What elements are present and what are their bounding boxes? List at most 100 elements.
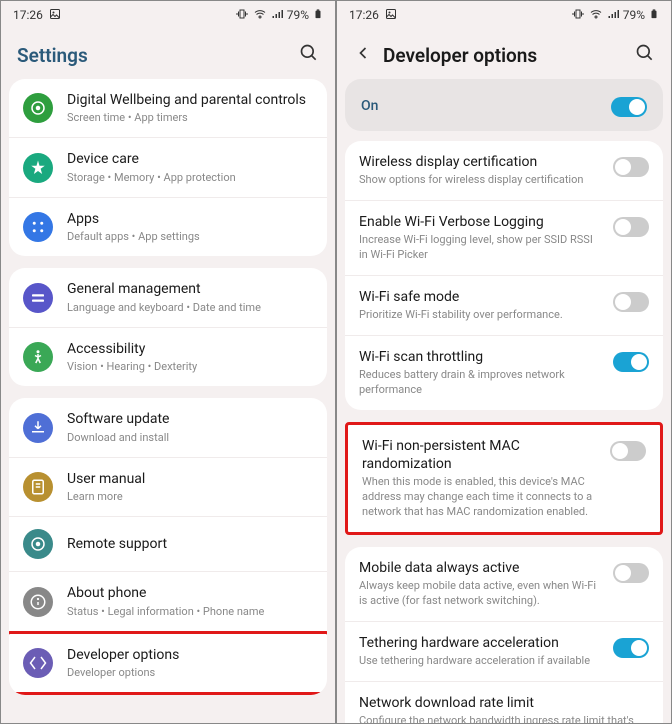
dev-option[interactable]: Wi-Fi safe mode Prioritize Wi-Fi stabilit… (345, 275, 663, 335)
dev-option-title: Mobile data always active (359, 559, 601, 577)
dev-option-title: Wi-Fi non-persistent MAC randomization (362, 437, 598, 473)
search-icon[interactable] (635, 43, 655, 67)
item-title: Remote support (67, 535, 313, 553)
battery-percent: 79% (623, 8, 645, 22)
about-icon (23, 587, 53, 617)
manual-icon (23, 472, 53, 502)
dev-option-title: Enable Wi-Fi Verbose Logging (359, 213, 601, 231)
master-toggle-row[interactable]: On (345, 79, 663, 131)
dev-option[interactable]: Wireless display certification Show optio… (345, 141, 663, 200)
item-subtitle: Default apps • App settings (67, 230, 313, 244)
page-title: Developer options (383, 44, 537, 67)
item-title: User manual (67, 470, 313, 488)
highlight-box: Wi-Fi non-persistent MAC randomizationWh… (345, 422, 663, 535)
vibrate-icon (235, 8, 249, 23)
settings-item-wellbeing[interactable]: Digital Wellbeing and parental controlsS… (9, 79, 327, 137)
item-subtitle: Vision • Hearing • Dexterity (67, 360, 313, 374)
master-toggle[interactable] (611, 97, 647, 117)
dev-option-subtitle: Show options for wireless display certif… (359, 173, 601, 188)
apps-icon (23, 212, 53, 242)
dev-option-subtitle: Configure the network bandwidth ingress … (359, 714, 649, 723)
dev-option-title: Wi-Fi scan throttling (359, 348, 601, 366)
dev-option-title: Wi-Fi safe mode (359, 288, 601, 306)
settings-item-general[interactable]: General management Language and keyboard … (9, 268, 327, 326)
item-subtitle: Download and install (67, 431, 313, 445)
status-bar: 17:26 79% (337, 1, 671, 29)
vibrate-icon (571, 8, 585, 23)
item-title: Digital Wellbeing and parental controls (67, 91, 313, 109)
toggle-switch[interactable] (613, 563, 649, 583)
item-subtitle: Language and keyboard • Date and time (67, 301, 313, 315)
dev-option-subtitle: Increase Wi-Fi logging level, show per S… (359, 233, 601, 263)
settings-item-apps[interactable]: Apps Default apps • App settings (9, 197, 327, 256)
dev-group: Wireless display certification Show optio… (345, 141, 663, 410)
settings-item-remote[interactable]: Remote support (9, 516, 327, 571)
signal-icon (607, 8, 619, 23)
wifi-icon (253, 8, 267, 23)
settings-item-developer[interactable]: Developer options Developer options (9, 634, 327, 692)
battery-percent: 79% (287, 8, 309, 22)
accessibility-icon (23, 342, 53, 372)
settings-screen: 17:26 79% Settings Digital Wellbeing and… (0, 0, 336, 724)
status-bar: 17:26 79% (1, 1, 335, 29)
toggle-switch[interactable] (613, 217, 649, 237)
image-icon (49, 8, 61, 23)
settings-item-device-care[interactable]: Device care Storage • Memory • App protec… (9, 137, 327, 196)
signal-icon (271, 8, 283, 23)
back-icon[interactable] (353, 43, 373, 67)
battery-icon (649, 7, 659, 24)
dev-option[interactable]: Enable Wi-Fi Verbose Logging Increase Wi-… (345, 200, 663, 275)
page-title: Settings (17, 44, 88, 67)
wifi-icon (589, 8, 603, 23)
item-title: Software update (67, 410, 313, 428)
item-subtitle: Storage • Memory • App protection (67, 171, 313, 185)
master-toggle-label: On (361, 98, 378, 114)
item-subtitle: Learn more (67, 490, 313, 504)
dev-option-title: Network download rate limit (359, 694, 649, 712)
item-title: Accessibility (67, 340, 313, 358)
dev-option-subtitle: Use tethering hardware acceleration if a… (359, 654, 601, 669)
item-title: Device care (67, 150, 313, 168)
highlight-box: Developer options Developer options (9, 631, 327, 695)
settings-list: Digital Wellbeing and parental controls S… (1, 79, 335, 723)
status-time: 17:26 (349, 8, 379, 22)
status-time: 17:26 (13, 8, 43, 22)
general-icon (23, 283, 53, 313)
dev-option[interactable]: Wi-Fi scan throttling Reduces battery dra… (345, 335, 663, 410)
item-title: General management (67, 280, 313, 298)
item-subtitle: Status • Legal information • Phone name (67, 605, 313, 619)
developer-list: On Wireless display certification Show op… (337, 79, 671, 723)
dev-group: Mobile data always activeAlways keep mob… (345, 547, 663, 723)
device-care-icon (23, 153, 53, 183)
settings-group: Software update Download and install User … (9, 398, 327, 695)
dev-option[interactable]: Tethering hardware accelerationUse tethe… (345, 621, 663, 681)
item-title: Developer options (67, 646, 313, 664)
item-title: Apps (67, 210, 313, 228)
dev-option[interactable]: Network download rate limit Configure the… (345, 681, 663, 723)
item-title: About phone (67, 584, 313, 602)
image-icon (385, 8, 397, 23)
toggle-switch[interactable] (610, 441, 646, 461)
dev-option[interactable]: Mobile data always activeAlways keep mob… (345, 547, 663, 621)
toggle-switch[interactable] (613, 352, 649, 372)
wellbeing-icon (23, 93, 53, 123)
settings-item-manual[interactable]: User manual Learn more (9, 457, 327, 516)
developer-icon (23, 648, 53, 678)
dev-option-subtitle: Reduces battery drain & improves network… (359, 368, 601, 398)
remote-icon (23, 529, 53, 559)
settings-group: General management Language and keyboard … (9, 268, 327, 386)
toggle-switch[interactable] (613, 638, 649, 658)
item-subtitle: Developer options (67, 666, 313, 680)
settings-item-update[interactable]: Software update Download and install (9, 398, 327, 456)
dev-option-title: Wireless display certification (359, 153, 601, 171)
toggle-switch[interactable] (613, 157, 649, 177)
settings-item-accessibility[interactable]: Accessibility Vision • Hearing • Dexterit… (9, 327, 327, 386)
search-icon[interactable] (299, 43, 319, 67)
dev-option-subtitle: Prioritize Wi-Fi stability over performa… (359, 308, 601, 323)
settings-item-about[interactable]: About phone Status • Legal information • … (9, 571, 327, 630)
update-icon (23, 413, 53, 443)
toggle-switch[interactable] (613, 292, 649, 312)
dev-option-subtitle: When this mode is enabled, this device's… (362, 475, 598, 520)
dev-option[interactable]: Wi-Fi non-persistent MAC randomizationWh… (348, 425, 660, 532)
developer-header: Developer options (337, 29, 671, 79)
